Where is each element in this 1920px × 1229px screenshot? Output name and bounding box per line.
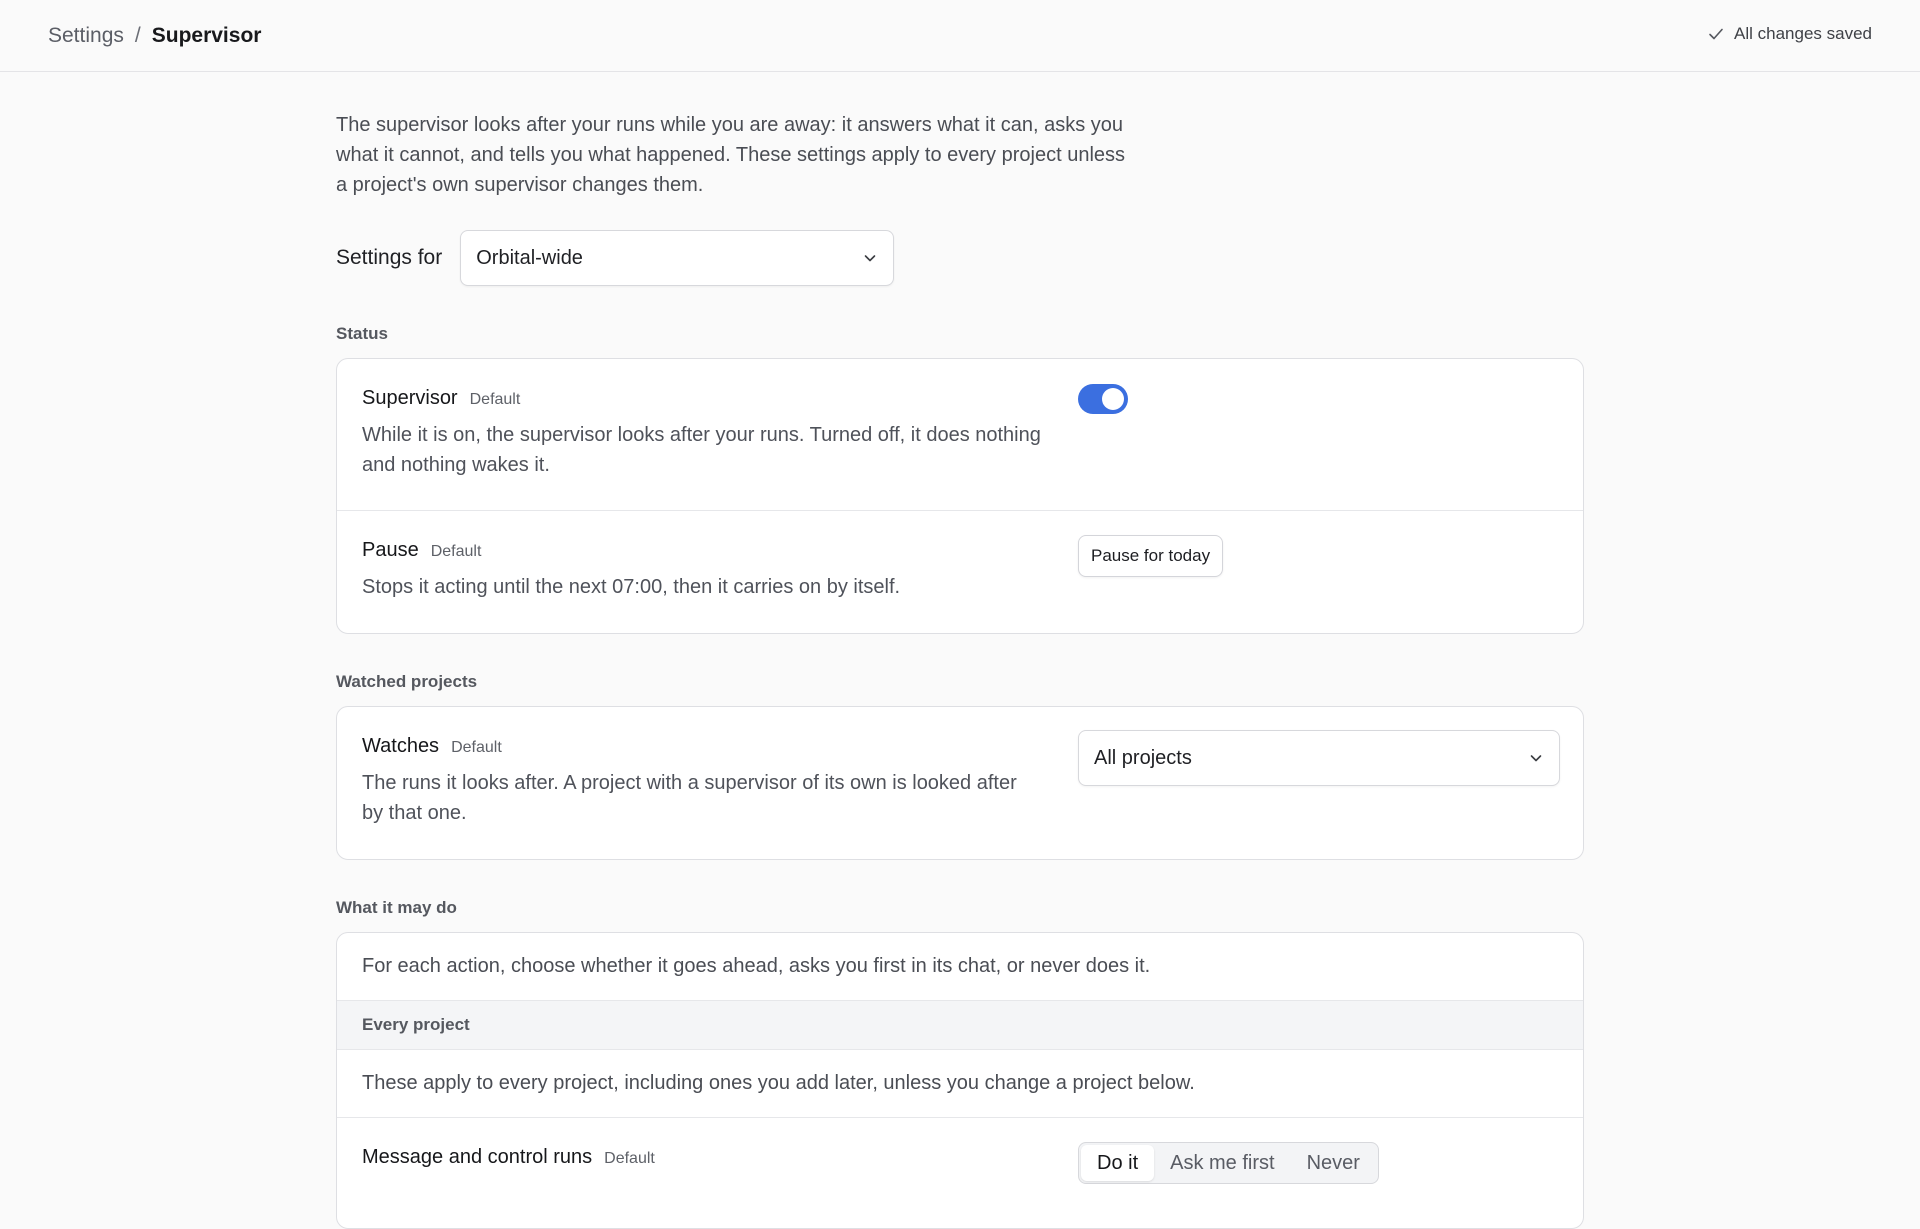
watches-select-value: All projects	[1094, 746, 1192, 769]
watched-card: Watches Default The runs it looks after.…	[336, 706, 1584, 860]
message-control-row: Message and control runs Default Do it A…	[337, 1118, 1583, 1228]
pause-for-today-button[interactable]: Pause for today	[1078, 535, 1224, 577]
watches-row: Watches Default The runs it looks after.…	[337, 707, 1583, 859]
default-tag: Default	[451, 739, 502, 756]
breadcrumb-separator: /	[134, 24, 141, 47]
section-title-actions: What it may do	[336, 898, 457, 917]
top-bar: Settings / Supervisor All changes saved	[0, 0, 1920, 72]
pause-label: Pause	[362, 539, 419, 561]
scope-select[interactable]: Orbital-wide	[460, 230, 895, 286]
actions-note: For each action, choose whether it goes …	[337, 933, 1583, 1001]
option-do-it[interactable]: Do it	[1081, 1145, 1155, 1181]
watches-select[interactable]: All projects	[1078, 730, 1560, 786]
toggle-switch[interactable]	[1078, 384, 1128, 414]
scope-select-value: Orbital-wide	[476, 246, 583, 269]
actions-card: For each action, choose whether it goes …	[336, 932, 1584, 1229]
check-icon	[1709, 28, 1723, 40]
pause-description: Stops it acting until the next 07:00, th…	[362, 576, 901, 598]
save-status: All changes saved	[1708, 24, 1872, 44]
breadcrumb-current: Supervisor	[151, 24, 262, 47]
supervisor-toggle[interactable]	[1078, 384, 1128, 414]
status-card: Supervisor Default While it is on, the s…	[336, 358, 1584, 634]
breadcrumb: Settings / Supervisor	[48, 24, 261, 48]
message-control-label: Message and control runs	[362, 1146, 593, 1168]
supervisor-description: While it is on, the supervisor looks aft…	[362, 424, 1041, 476]
option-ask-me-first[interactable]: Ask me first	[1154, 1145, 1290, 1181]
default-tag: Default	[469, 391, 521, 408]
group-note: These apply to every project, including …	[337, 1050, 1583, 1118]
pause-row: Pause Default Stops it acting until the …	[337, 511, 1583, 633]
section-title-status: Status	[336, 324, 388, 343]
settings-for: Settings for Orbital-wide	[336, 230, 1584, 286]
watches-label: Watches	[362, 735, 440, 757]
chevron-down-icon	[1530, 755, 1542, 762]
breadcrumb-settings-link[interactable]: Settings	[48, 24, 124, 48]
intro-text: The supervisor looks after your runs whi…	[336, 114, 1126, 196]
default-tag: Default	[604, 1150, 655, 1167]
supervisor-row: Supervisor Default While it is on, the s…	[337, 359, 1583, 511]
message-control-segmented: Do it Ask me first Never	[1078, 1142, 1379, 1184]
option-never[interactable]: Never	[1291, 1145, 1376, 1181]
toggle-knob	[1102, 388, 1124, 410]
main-content: The supervisor looks after your runs whi…	[336, 72, 1584, 1229]
watches-description: The runs it looks after. A project with …	[362, 772, 1017, 824]
save-status-label: All changes saved	[1734, 24, 1872, 43]
settings-for-label: Settings for	[336, 246, 443, 269]
supervisor-label: Supervisor	[362, 387, 458, 409]
chevron-down-icon	[864, 255, 876, 262]
section-title-watched: Watched projects	[336, 672, 478, 691]
default-tag: Default	[430, 543, 482, 560]
group-heading-every-project: Every project	[337, 1001, 1583, 1050]
